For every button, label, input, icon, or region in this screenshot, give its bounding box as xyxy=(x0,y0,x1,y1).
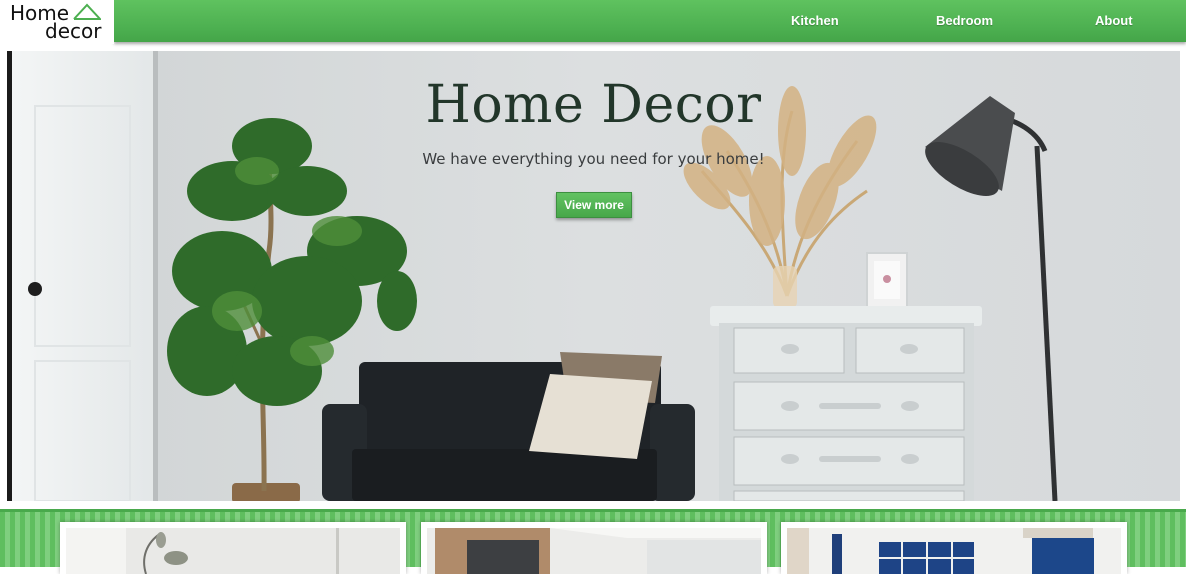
hero-title: Home Decor xyxy=(425,75,762,135)
hero-banner: Home Decor We have everything you need f… xyxy=(7,51,1180,501)
category-card-3[interactable] xyxy=(781,522,1127,574)
card-image-1 xyxy=(66,528,400,574)
logo[interactable]: Home decor xyxy=(0,0,114,44)
category-card-1[interactable] xyxy=(60,522,406,574)
category-card-2[interactable] xyxy=(421,522,767,574)
nav-link-bedroom[interactable]: Bedroom xyxy=(936,13,993,28)
nav-link-kitchen[interactable]: Kitchen xyxy=(791,13,839,28)
house-roof-icon xyxy=(73,3,101,20)
view-more-button[interactable]: View more xyxy=(556,192,632,218)
hero-subtitle: We have everything you need for your hom… xyxy=(422,150,765,168)
top-navbar: Kitchen Bedroom About xyxy=(114,0,1186,42)
logo-word-decor: decor xyxy=(45,19,102,43)
card-image-2 xyxy=(427,528,761,574)
card-image-3 xyxy=(787,528,1121,574)
nav-link-about[interactable]: About xyxy=(1095,13,1133,28)
band-divider xyxy=(0,509,1186,512)
